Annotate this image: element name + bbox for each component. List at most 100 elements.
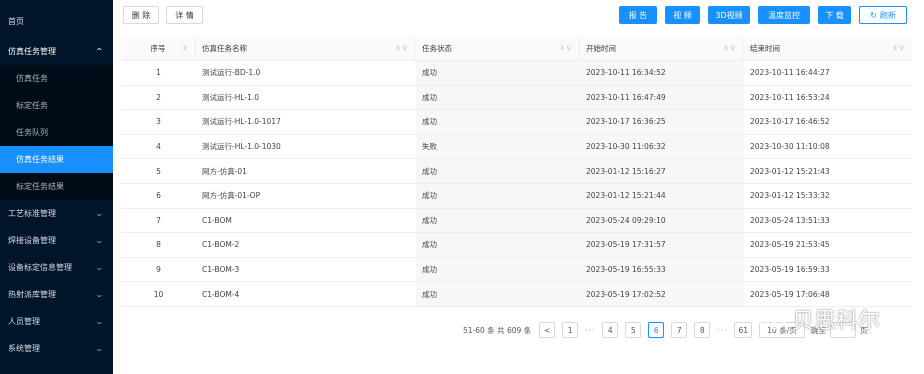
sidebar-group-personnel[interactable]: 人员管理 ⌄ bbox=[0, 308, 113, 335]
sidebar-item-label: 仿真任务 bbox=[16, 74, 48, 83]
prev-page-button[interactable]: < bbox=[539, 322, 556, 338]
table-row[interactable]: 1 测试运行-BD-1.0 成功 2023-10-11 16:34:52 2023-10… bbox=[121, 61, 912, 86]
cell-end-time: 2023-10-11 16:53:24 bbox=[750, 92, 830, 102]
sort-filter-icon[interactable]: ⇕ ⚲ bbox=[396, 45, 407, 52]
page-button[interactable]: 61 bbox=[734, 322, 753, 338]
cell-start-time: 2023-01-12 15:21:44 bbox=[580, 183, 744, 208]
sidebar-item-task-queue[interactable]: 任务队列 bbox=[0, 119, 113, 146]
cell-status: 成功 bbox=[416, 233, 580, 257]
page-button[interactable]: 7 bbox=[671, 322, 688, 338]
cell-end-time: 2023-05-19 21:53:45 bbox=[750, 240, 830, 250]
sidebar-item-label: 人员管理 bbox=[8, 317, 40, 326]
cell-start-time: 2023-05-19 16:55:33 bbox=[580, 257, 744, 282]
table-row[interactable]: 6 网方-仿真-01-OP 成功 2023-01-12 15:21:44 2023-01… bbox=[121, 183, 912, 209]
sidebar-item-calibration-results[interactable]: 标定任务结果 bbox=[0, 173, 113, 200]
cell-index: 1 bbox=[156, 68, 161, 78]
sidebar-item-simulation-task[interactable]: 仿真任务 bbox=[0, 65, 113, 92]
page-size-select[interactable]: 10 条/页 bbox=[759, 322, 806, 338]
cell-index: 5 bbox=[156, 166, 161, 176]
cell-end-time: 2023-10-17 16:46:52 bbox=[750, 117, 830, 127]
table-row[interactable]: 10 C1-BOM-4 成功 2023-05-19 17:02:52 2023-05-1… bbox=[121, 282, 912, 307]
cell-task-name: 测试运行-HL-1.0-1030 bbox=[202, 142, 281, 152]
column-header-start-time[interactable]: 开始时间 ⇕ ⚲ bbox=[580, 37, 744, 60]
sidebar-group-system[interactable]: 系统管理 ⌄ bbox=[0, 335, 113, 362]
cell-status: 成功 bbox=[416, 159, 580, 183]
cell-end-time: 2023-10-11 16:44:27 bbox=[750, 68, 830, 78]
table-row[interactable]: 8 C1-BOM-2 成功 2023-05-19 17:31:57 2023-05-19… bbox=[121, 233, 912, 258]
page-button[interactable]: 1 bbox=[562, 322, 579, 338]
cell-index: 2 bbox=[156, 92, 161, 102]
page-button-current[interactable]: 6 bbox=[648, 322, 665, 338]
sidebar-item-home[interactable]: 首页 bbox=[0, 0, 113, 38]
sidebar-item-label: 标定任务结果 bbox=[16, 182, 64, 191]
page-button[interactable]: 8 bbox=[694, 322, 711, 338]
pagination: 51-60 条 共 609 条 < 1 ··· 4 5 6 7 8 ··· 61… bbox=[463, 322, 868, 338]
report-button[interactable]: 报 告 bbox=[619, 6, 657, 24]
sidebar-item-simulation-results[interactable]: 仿真任务结果 bbox=[0, 146, 113, 173]
cell-task-name: C1-BOM-3 bbox=[202, 265, 240, 275]
sort-icon[interactable]: ⇕ bbox=[182, 45, 187, 52]
sidebar-group-welding-equipment[interactable]: 焊接设备管理 ⌄ bbox=[0, 227, 113, 254]
sidebar-item-label: 热射派库管理 bbox=[8, 290, 56, 299]
cell-end-time: 2023-01-12 15:21:43 bbox=[750, 166, 830, 176]
cell-end-time: 2023-10-30 11:10:08 bbox=[750, 142, 830, 152]
delete-button[interactable]: 删 除 bbox=[123, 6, 159, 24]
table-row[interactable]: 4 测试运行-HL-1.0-1030 失败 2023-10-30 11:06:32 20… bbox=[121, 134, 912, 160]
download-button[interactable]: 下 载 bbox=[818, 6, 851, 24]
cell-status: 成功 bbox=[416, 282, 580, 306]
sidebar-item-label: 仿真任务结果 bbox=[16, 155, 64, 164]
cell-status: 成功 bbox=[416, 257, 580, 282]
sort-filter-icon[interactable]: ⇕ ⚲ bbox=[560, 45, 571, 52]
cell-start-time: 2023-10-11 16:47:49 bbox=[580, 85, 744, 110]
detail-button[interactable]: 详 情 bbox=[166, 6, 203, 24]
table-row[interactable]: 2 测试运行-HL-1.0 成功 2023-10-11 16:47:49 2023-10… bbox=[121, 85, 912, 111]
cell-status: 成功 bbox=[416, 85, 580, 110]
table-body: 1 测试运行-BD-1.0 成功 2023-10-11 16:34:52 2023-10… bbox=[121, 61, 912, 307]
button-label: 温度监控 bbox=[768, 10, 800, 20]
video-button[interactable]: 视 频 bbox=[665, 6, 700, 24]
sidebar-group-device-calibration[interactable]: 设备标定信息管理 ⌄ bbox=[0, 254, 113, 281]
results-table: 序号 ⇕ 仿真任务名称 ⇕ ⚲ 任务状态 ⇕ ⚲ 开始时间 ⇕ ⚲ 结束时间 ⇕ ⚲ 1 测… bbox=[121, 37, 912, 307]
button-label: 报 告 bbox=[628, 10, 648, 20]
page-ellipsis[interactable]: ··· bbox=[585, 326, 595, 335]
page-ellipsis[interactable]: ··· bbox=[717, 326, 727, 335]
button-label: 刷新 bbox=[879, 10, 896, 20]
cell-start-time: 2023-10-17 16:36:25 bbox=[580, 110, 744, 134]
chevron-down-icon: ⌄ bbox=[94, 344, 105, 353]
sidebar-group-process-standards[interactable]: 工艺标准管理 ⌄ bbox=[0, 200, 113, 227]
sidebar-item-label: 设备标定信息管理 bbox=[8, 263, 72, 272]
cell-task-name: 网方-仿真-01-OP bbox=[202, 191, 261, 201]
cell-task-name: 网方-仿真-01 bbox=[202, 166, 247, 176]
cell-task-name: C1-BOM-4 bbox=[202, 289, 240, 299]
table-row[interactable]: 7 C1-BOM 成功 2023-05-24 09:29:10 2023-05-24 1… bbox=[121, 208, 912, 234]
column-header-index[interactable]: 序号 ⇕ bbox=[121, 37, 196, 60]
app-root: 首页 仿真任务管理 ⌃ 仿真任务 标定任务 任务队列 仿真任务结果 标定任务结果 … bbox=[0, 0, 924, 374]
temperature-monitor-button[interactable]: 温度监控 bbox=[758, 6, 810, 24]
refresh-icon: ↻ bbox=[870, 10, 877, 20]
sidebar-group-simulation-tasks[interactable]: 仿真任务管理 ⌃ bbox=[0, 38, 113, 65]
cell-index: 8 bbox=[156, 240, 161, 250]
cell-task-name: 测试运行-BD-1.0 bbox=[202, 68, 261, 78]
column-header-task-name[interactable]: 仿真任务名称 ⇕ ⚲ bbox=[196, 37, 416, 60]
table-row[interactable]: 9 C1-BOM-3 成功 2023-05-19 16:55:33 2023-05-19… bbox=[121, 257, 912, 283]
column-header-end-time[interactable]: 结束时间 ⇕ ⚲ bbox=[744, 37, 912, 60]
cell-task-name: 测试运行-HL-1.0 bbox=[202, 92, 260, 102]
sidebar-item-label: 系统管理 bbox=[8, 344, 40, 353]
column-header-label: 序号 bbox=[150, 44, 166, 53]
sidebar-group-heat-source-library[interactable]: 热射派库管理 ⌄ bbox=[0, 281, 113, 308]
page-button[interactable]: 5 bbox=[625, 322, 642, 338]
sidebar-item-label: 焊接设备管理 bbox=[8, 236, 56, 245]
chevron-down-icon: ⌄ bbox=[94, 236, 105, 245]
video-3d-button[interactable]: 3D视频 bbox=[708, 6, 750, 24]
jump-page-input[interactable] bbox=[830, 322, 857, 338]
refresh-button[interactable]: ↻ 刷新 bbox=[859, 6, 907, 24]
sidebar-item-calibration-task[interactable]: 标定任务 bbox=[0, 92, 113, 119]
column-header-status[interactable]: 任务状态 ⇕ ⚲ bbox=[416, 37, 580, 60]
sort-filter-icon[interactable]: ⇕ ⚲ bbox=[724, 45, 735, 52]
table-row[interactable]: 5 网方-仿真-01 成功 2023-01-12 15:16:27 2023-01-12… bbox=[121, 159, 912, 184]
sort-filter-icon[interactable]: ⇕ ⚲ bbox=[893, 45, 904, 52]
table-row[interactable]: 3 测试运行-HL-1.0-1017 成功 2023-10-17 16:36:25 20… bbox=[121, 110, 912, 135]
page-button[interactable]: 4 bbox=[602, 322, 619, 338]
chevron-down-icon: ⌄ bbox=[94, 263, 105, 272]
cell-task-name: 测试运行-HL-1.0-1017 bbox=[202, 117, 281, 127]
